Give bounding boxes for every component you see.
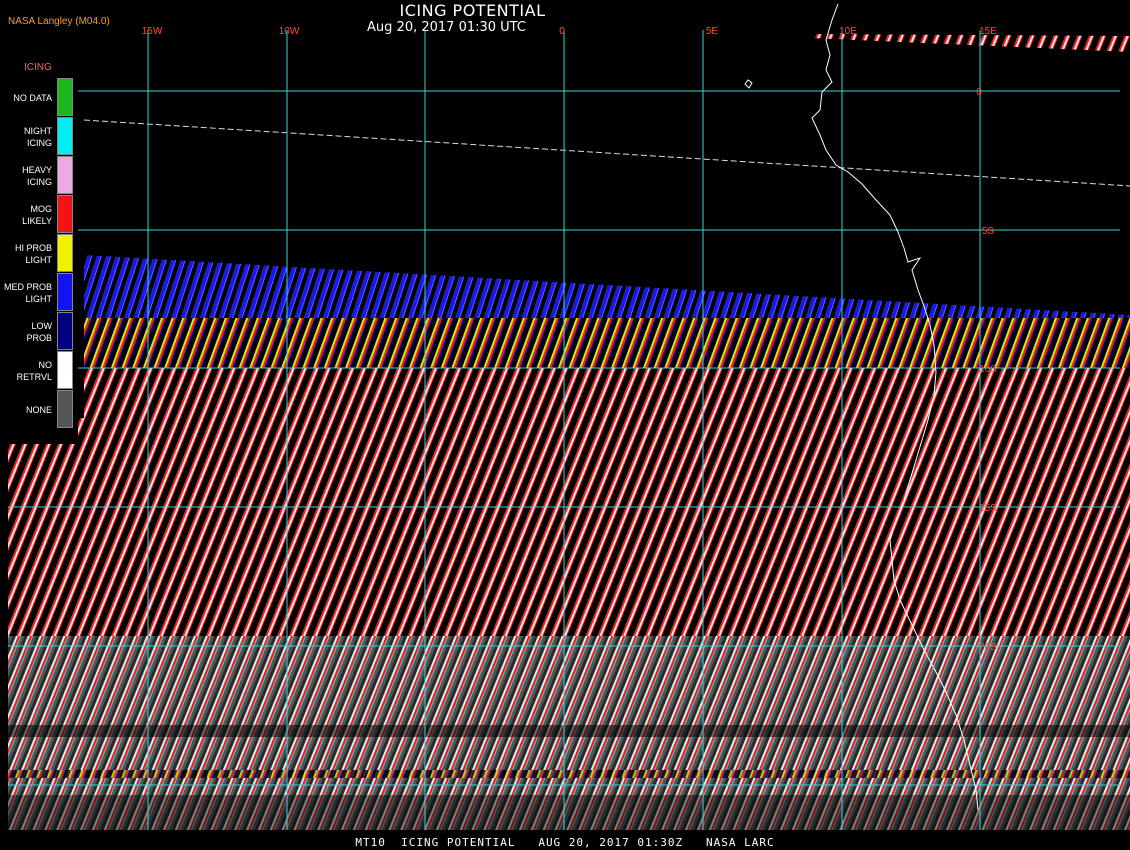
map-timestamp: Aug 20, 2017 01:30 UTC xyxy=(367,20,526,35)
legend-item-heavy-icing: HEAVY ICING xyxy=(0,156,78,195)
swath-upper xyxy=(84,255,1130,420)
lat-label-5s: 5S xyxy=(982,226,995,237)
legend-swatch xyxy=(57,312,73,350)
legend-item-night-icing: NIGHT ICING xyxy=(0,117,78,156)
lat-label-0: 0 xyxy=(976,87,982,98)
legend-swatch xyxy=(57,117,73,155)
legend-label: NONE xyxy=(25,404,52,415)
legend-label: NIGHT ICING xyxy=(24,125,52,148)
swath-middle xyxy=(8,418,1130,640)
legend-label: NO RETRVL xyxy=(16,359,52,382)
legend-swatch xyxy=(57,390,73,428)
legend-swatch xyxy=(57,351,73,389)
legend-swatch xyxy=(57,234,73,272)
legend-item-low-prob: LOW PROB xyxy=(0,312,78,351)
lat-label-20s: 20S xyxy=(979,642,997,653)
legend-swatch xyxy=(57,195,73,233)
swath-top-right xyxy=(810,34,1130,52)
lat-label-15s: 15S xyxy=(979,503,997,514)
legend-item-hi-prob-light: HI PROB LIGHT xyxy=(0,234,78,273)
legend: ICING NO DATA NIGHT ICING HEAVY ICING MO… xyxy=(0,58,78,444)
legend-label: NO DATA xyxy=(13,92,52,103)
legend-item-no-retrieval: NO RETRVL xyxy=(0,351,78,390)
legend-label: HEAVY ICING xyxy=(22,164,52,187)
legend-label: MOG LIKELY xyxy=(22,203,52,226)
legend-swatch xyxy=(57,273,73,311)
terminator-line xyxy=(83,119,1130,187)
legend-label: HI PROB LIGHT xyxy=(14,242,52,265)
legend-item-no-data: NO DATA xyxy=(0,78,78,117)
icing-map: 15W 10W 0 5E 10E 15E 0 5S 10S 15S 20S xyxy=(8,3,1130,830)
legend-swatch xyxy=(57,156,73,194)
legend-label: LOW PROB xyxy=(26,320,52,343)
legend-item-none: NONE xyxy=(0,390,78,429)
legend-item-mog-likely: MOG LIKELY xyxy=(0,195,78,234)
lat-label-10s: 10S xyxy=(979,364,997,375)
legend-swatch xyxy=(57,78,73,116)
legend-title: ICING xyxy=(24,62,52,73)
map-title: ICING POTENTIAL xyxy=(399,1,546,20)
legend-item-med-prob-light: MED PROB LIGHT xyxy=(0,273,78,312)
lon-label-15e: 15E xyxy=(979,26,997,37)
legend-label: MED PROB LIGHT xyxy=(3,281,52,304)
footer-caption: MT10 ICING POTENTIAL AUG 20, 2017 01:30Z… xyxy=(355,836,775,849)
